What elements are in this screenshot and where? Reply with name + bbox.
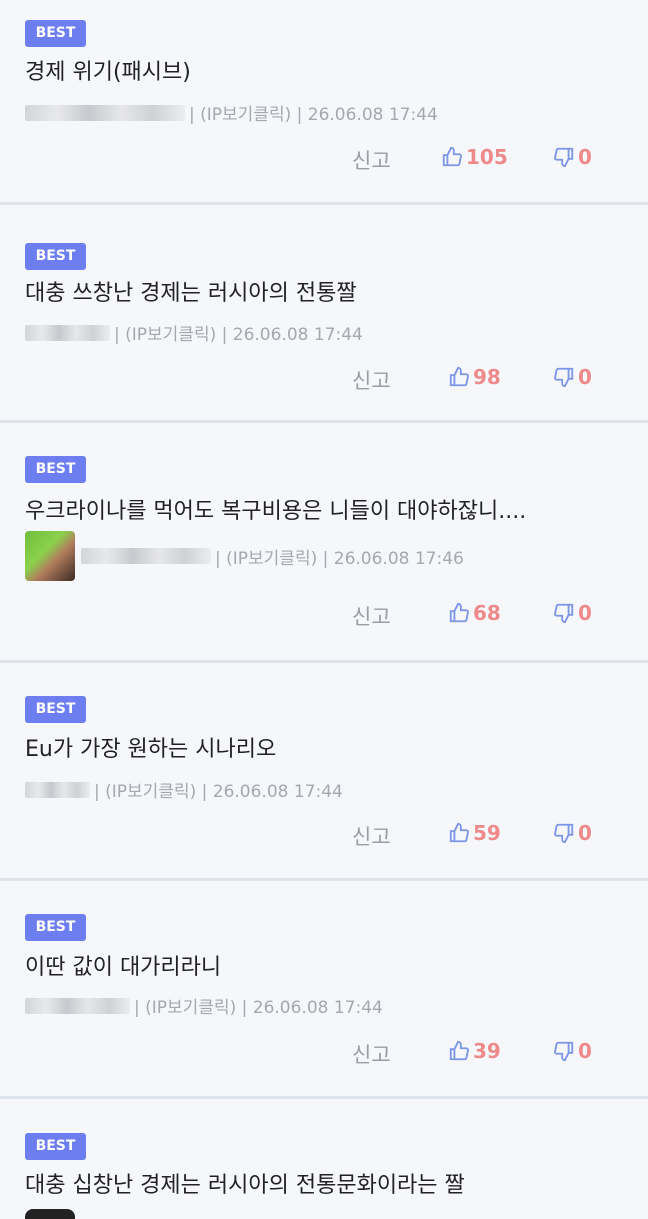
meta-text: | (IP보기클릭) | 26.06.08 17:44 bbox=[94, 782, 343, 802]
dislike-button[interactable]: 0 bbox=[553, 1039, 592, 1063]
thumbs-down-icon bbox=[554, 823, 574, 844]
thumbs-up-icon bbox=[449, 602, 469, 623]
best-badge: BEST bbox=[25, 20, 86, 47]
comment-text: 경제 위기(패시브) bbox=[25, 60, 191, 85]
thumbs-down-icon bbox=[554, 603, 574, 624]
dislike-button[interactable]: 0 bbox=[553, 821, 592, 845]
comment-text: 이딴 값이 대가리라니 bbox=[25, 955, 222, 980]
like-button[interactable]: 59 bbox=[448, 821, 501, 845]
comment-actions: 신고 105 0 bbox=[0, 145, 648, 173]
thumbs-down-icon bbox=[554, 1041, 574, 1062]
author-name-blurred[interactable] bbox=[25, 104, 185, 121]
report-button[interactable]: 신고 bbox=[352, 821, 391, 851]
dislike-count: 0 bbox=[578, 1039, 592, 1063]
like-count: 98 bbox=[473, 365, 501, 389]
like-button[interactable]: 39 bbox=[448, 1039, 501, 1063]
thumbs-up-icon bbox=[442, 146, 462, 167]
comment-meta: | (IP보기클릭) | 26.06.08 17:44 bbox=[25, 993, 383, 1018]
comment-actions: 신고 98 0 bbox=[0, 365, 648, 393]
comment-meta: | (IP보기클릭) | 26.06.08 17:46 bbox=[25, 531, 464, 581]
comment-actions: 신고 68 0 bbox=[0, 601, 648, 629]
comment-item: BEST 경제 위기(패시브) | (IP보기클릭) | 26.06.08 17… bbox=[0, 0, 648, 205]
thumbs-down-icon bbox=[554, 147, 574, 168]
meta-text: | (IP보기클릭) | 26.06.08 17:44 bbox=[189, 105, 438, 125]
report-button[interactable]: 신고 bbox=[352, 145, 391, 175]
comment-item: BEST 대충 십창난 경제는 러시아의 전통문화이라는 짤 bbox=[0, 1099, 648, 1219]
comment-actions: 신고 39 0 bbox=[0, 1039, 648, 1067]
report-button[interactable]: 신고 bbox=[352, 365, 391, 395]
meta-text: | (IP보기클릭) | 26.06.08 17:46 bbox=[215, 548, 464, 569]
comment-meta: | (IP보기클릭) | 26.06.08 17:44 bbox=[25, 100, 438, 125]
dislike-count: 0 bbox=[578, 365, 592, 389]
like-count: 68 bbox=[473, 601, 501, 625]
dislike-count: 0 bbox=[578, 821, 592, 845]
avatar[interactable] bbox=[25, 1209, 75, 1219]
like-count: 59 bbox=[473, 821, 501, 845]
dislike-count: 0 bbox=[578, 145, 592, 169]
like-button[interactable]: 68 bbox=[448, 601, 501, 625]
best-badge: BEST bbox=[25, 696, 86, 723]
comment-actions: 신고 59 0 bbox=[0, 821, 648, 849]
comment-text: 우크라이나를 먹어도 복구비용은 니들이 대야하잖니.... bbox=[25, 499, 527, 524]
comment-item: BEST 대충 쓰창난 경제는 러시아의 전통짤 | (IP보기클릭) | 26… bbox=[0, 205, 648, 423]
author-name-blurred[interactable] bbox=[25, 781, 90, 798]
report-button[interactable]: 신고 bbox=[352, 601, 391, 631]
dislike-button[interactable]: 0 bbox=[553, 601, 592, 625]
thumbs-up-icon bbox=[449, 366, 469, 387]
best-badge: BEST bbox=[25, 914, 86, 941]
best-badge: BEST bbox=[25, 1133, 86, 1160]
dislike-count: 0 bbox=[578, 601, 592, 625]
comment-item: BEST 우크라이나를 먹어도 복구비용은 니들이 대야하잖니.... | (I… bbox=[0, 423, 648, 663]
thumbs-down-icon bbox=[554, 367, 574, 388]
dislike-button[interactable]: 0 bbox=[553, 145, 592, 169]
meta-text: | (IP보기클릭) | 26.06.08 17:44 bbox=[114, 325, 363, 345]
comment-text: 대충 십창난 경제는 러시아의 전통문화이라는 짤 bbox=[25, 1173, 465, 1198]
comment-meta: | (IP보기클릭) | 26.06.08 17:44 bbox=[25, 320, 363, 345]
like-button[interactable]: 98 bbox=[448, 365, 501, 389]
author-name-blurred[interactable] bbox=[25, 324, 110, 341]
dislike-button[interactable]: 0 bbox=[553, 365, 592, 389]
thumbs-up-icon bbox=[449, 1040, 469, 1061]
avatar[interactable] bbox=[25, 531, 75, 581]
comment-text: 대충 쓰창난 경제는 러시아의 전통짤 bbox=[25, 281, 357, 306]
best-badge: BEST bbox=[25, 456, 86, 483]
like-count: 39 bbox=[473, 1039, 501, 1063]
best-badge: BEST bbox=[25, 243, 86, 270]
like-count: 105 bbox=[466, 145, 508, 169]
report-button[interactable]: 신고 bbox=[352, 1039, 391, 1069]
comment-item: BEST Eu가 가장 원하는 시나리오 | (IP보기클릭) | 26.06.… bbox=[0, 663, 648, 881]
like-button[interactable]: 105 bbox=[441, 145, 508, 169]
author-name-blurred[interactable] bbox=[81, 548, 211, 564]
comment-item: BEST 이딴 값이 대가리라니 | (IP보기클릭) | 26.06.08 1… bbox=[0, 881, 648, 1099]
thumbs-up-icon bbox=[449, 822, 469, 843]
meta-text: | (IP보기클릭) | 26.06.08 17:44 bbox=[134, 998, 383, 1018]
author-name-blurred[interactable] bbox=[25, 997, 130, 1014]
comment-meta: | (IP보기클릭) | 26.06.08 17:44 bbox=[25, 777, 343, 802]
comment-text: Eu가 가장 원하는 시나리오 bbox=[25, 737, 277, 762]
